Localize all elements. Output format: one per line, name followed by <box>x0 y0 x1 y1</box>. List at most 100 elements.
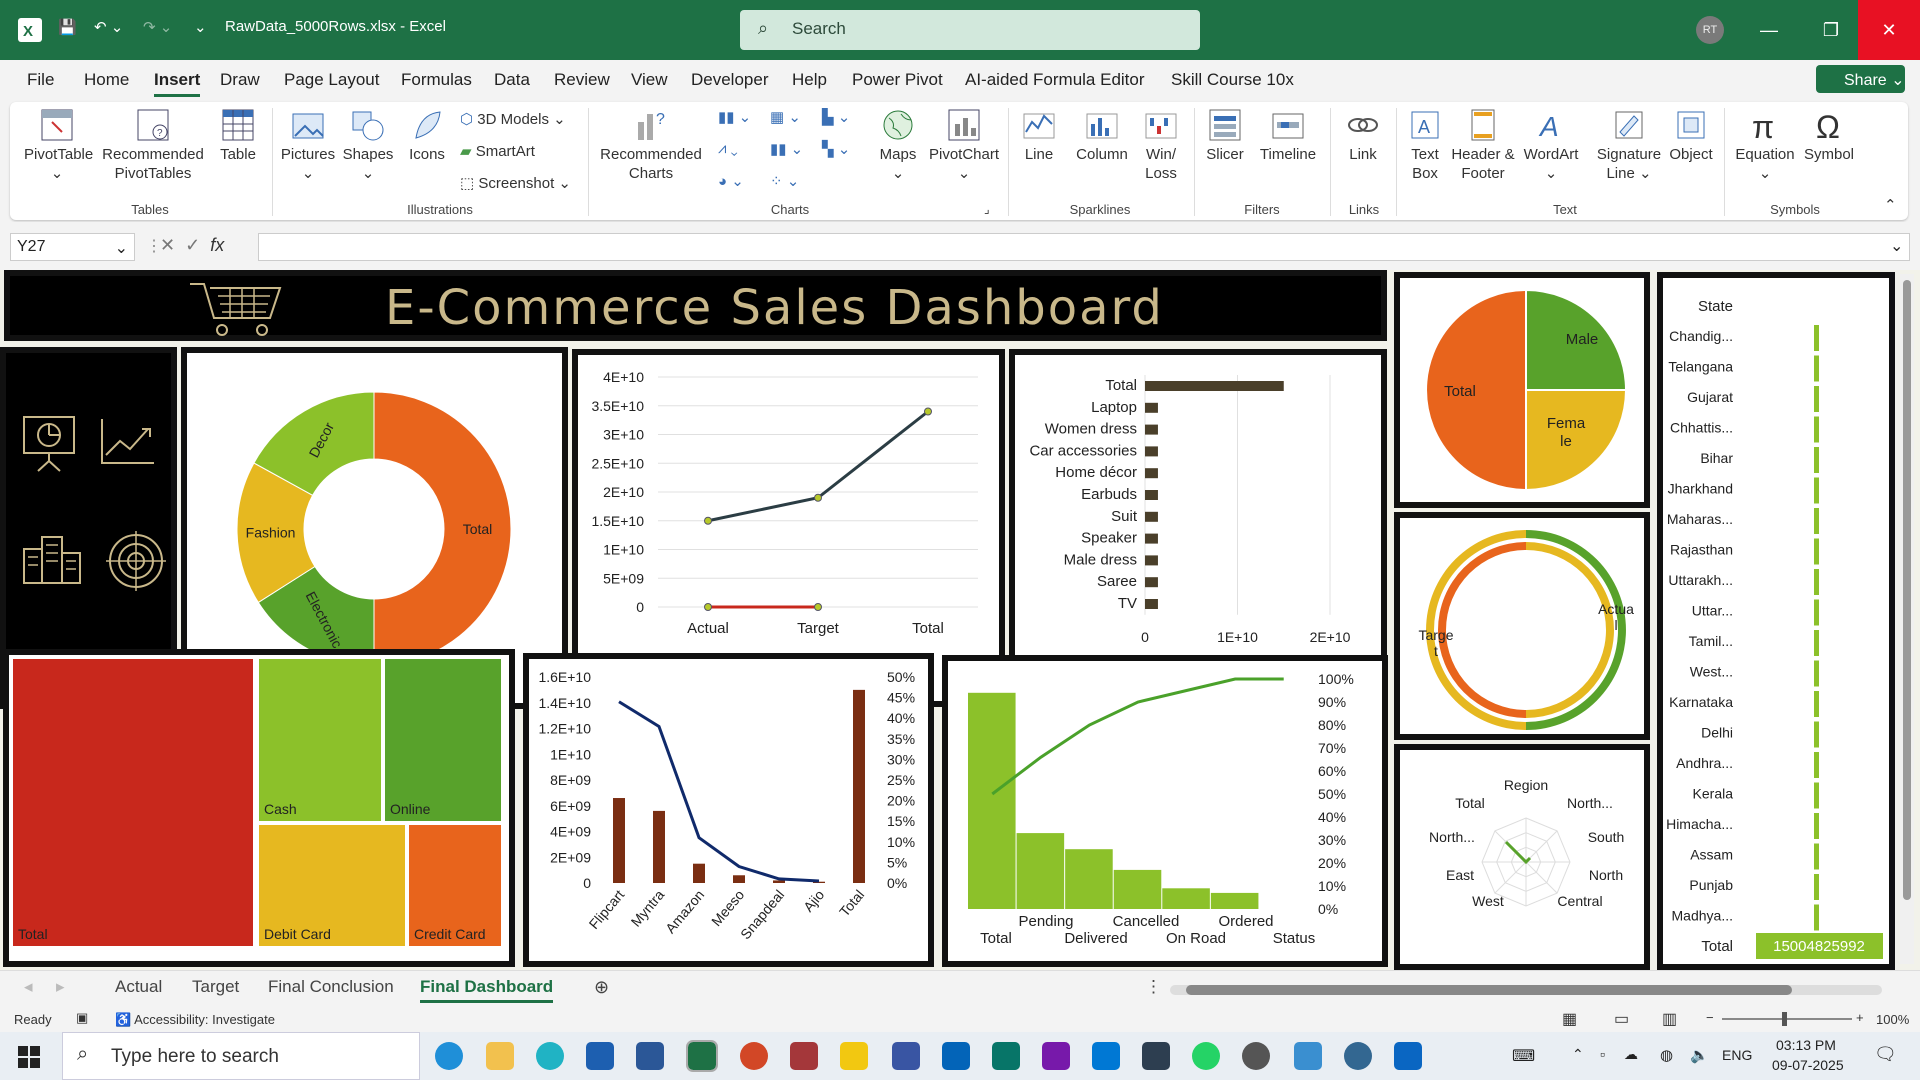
restore-button[interactable]: ❐ <box>1800 0 1862 60</box>
zoom-in-icon[interactable]: + <box>1856 1010 1864 1025</box>
cloud-icon[interactable]: ☁ <box>1624 1046 1638 1063</box>
hierarchy-chart-button[interactable]: ▦ ⌄ <box>770 108 801 126</box>
windows-start-icon[interactable] <box>18 1046 40 1068</box>
minimize-button[interactable]: — <box>1738 0 1800 60</box>
recommended-charts-button[interactable]: ? Recommended Charts <box>596 108 706 183</box>
zoom-slider-thumb[interactable] <box>1782 1012 1787 1026</box>
prev-sheet-icon[interactable]: ◂ <box>24 977 33 997</box>
wordart-button[interactable]: A WordArt ⌄ <box>1522 108 1580 183</box>
terminal-app-icon[interactable] <box>1142 1042 1170 1070</box>
screenshot-button[interactable]: ⬚ Screenshot ⌄ <box>460 174 571 192</box>
save-icon[interactable]: 💾 <box>58 18 77 36</box>
el-app-icon[interactable] <box>586 1042 614 1070</box>
page-layout-view-icon[interactable]: ▭ <box>1614 1009 1629 1029</box>
redo-icon[interactable]: ↷ ⌄ <box>143 18 172 36</box>
power-bi-icon[interactable] <box>840 1042 868 1070</box>
zoom-out-icon[interactable]: − <box>1706 1010 1714 1025</box>
object-button[interactable]: Object <box>1662 108 1720 164</box>
state-table[interactable]: State Chandig... Telangana Gujarat Chhattis.… <box>1657 272 1895 970</box>
symbol-button[interactable]: Ω Symbol <box>1800 108 1858 164</box>
linkedin-icon[interactable] <box>1394 1042 1422 1070</box>
sheet-tab-target[interactable]: Target <box>192 977 239 997</box>
slicer-button[interactable]: Slicer <box>1200 108 1250 164</box>
canva-icon[interactable] <box>536 1042 564 1070</box>
payment-treemap-chart[interactable]: Total Cash Online Debit Card Credit Card <box>3 649 515 967</box>
search-box[interactable]: ⌕ Search <box>740 10 1200 50</box>
actual-target-ring-chart[interactable]: Targe t Actua l <box>1394 512 1650 740</box>
macro-recording-icon[interactable]: ▣ <box>76 1010 88 1026</box>
equation-button[interactable]: π Equation ⌄ <box>1730 108 1800 183</box>
outlook-icon[interactable] <box>942 1042 970 1070</box>
show-hidden-icons-icon[interactable]: ⌃ <box>1572 1046 1584 1063</box>
avatar[interactable]: RT <box>1696 16 1724 44</box>
chatgpt-icon[interactable] <box>1242 1042 1270 1070</box>
vertical-scrollbar[interactable] <box>1900 274 1914 964</box>
statistic-chart-button[interactable]: ▮▮ ⌄ <box>770 140 803 158</box>
actual-target-line-chart[interactable]: 0 5E+09 1E+10 1.5E+10 2E+10 2.5E+10 3E+10 3.5E+… <box>572 349 1005 707</box>
sparkline-winloss-button[interactable]: Win/ Loss <box>1136 108 1186 183</box>
sparkline-column-button[interactable]: Column <box>1070 108 1134 164</box>
tab-insert[interactable]: Insert <box>154 70 201 97</box>
pivotchart-button[interactable]: PivotChart ⌄ <box>926 108 1002 183</box>
onenote-icon[interactable] <box>1042 1042 1070 1070</box>
close-button[interactable]: ✕ <box>1858 0 1920 60</box>
horizontal-scrollbar-thumb[interactable] <box>1186 985 1792 995</box>
line-chart-button[interactable]: ⩘ ⌄ <box>718 140 738 157</box>
notifications-icon[interactable]: 🗨 <box>1874 1044 1897 1065</box>
horizontal-scrollbar[interactable] <box>1170 985 1882 995</box>
clock-date[interactable]: 09-07-2025 <box>1772 1057 1844 1073</box>
waterfall-chart-button[interactable]: ▙ ⌄ <box>822 108 850 126</box>
gender-pie-chart[interactable]: Total Male Fema le <box>1394 272 1650 508</box>
shapes-button[interactable]: Shapes ⌄ <box>340 108 396 183</box>
excel-icon[interactable] <box>686 1040 718 1072</box>
access-icon[interactable] <box>790 1042 818 1070</box>
link-button[interactable]: Link <box>1338 108 1388 164</box>
share-button[interactable]: Share ⌄ <box>1816 65 1905 93</box>
table-button[interactable]: Table <box>214 108 262 164</box>
network-icon[interactable]: ◍ <box>1660 1046 1673 1064</box>
visio-icon[interactable] <box>892 1042 920 1070</box>
recommended-pivottables-button[interactable]: ? Recommended PivotTables <box>98 108 208 183</box>
charts-dialog-launcher-icon[interactable]: ⌟ <box>984 202 990 216</box>
worksheet-area[interactable]: E-Commerce Sales Dashboard Total Electron… <box>0 270 1920 970</box>
tab-developer[interactable]: Developer <box>691 70 769 90</box>
scrollbar-thumb[interactable] <box>1903 280 1911 900</box>
tab-power-pivot[interactable]: Power Pivot <box>852 70 943 90</box>
3d-models-button[interactable]: ⬡ 3D Models ⌄ <box>460 110 566 128</box>
sheet-tab-final-conclusion[interactable]: Final Conclusion <box>268 977 394 997</box>
undo-icon[interactable]: ↶ ⌄ <box>94 18 123 36</box>
sheet-tab-actual[interactable]: Actual <box>115 977 162 997</box>
powerpoint-icon[interactable] <box>740 1042 768 1070</box>
zoom-slider[interactable] <box>1722 1012 1852 1026</box>
formula-input[interactable] <box>258 233 1910 261</box>
normal-view-icon[interactable]: ▦ <box>1562 1009 1577 1029</box>
word-icon[interactable] <box>636 1042 664 1070</box>
tab-home[interactable]: Home <box>84 70 129 90</box>
tab-data[interactable]: Data <box>494 70 530 90</box>
file-explorer-icon[interactable] <box>486 1042 514 1070</box>
volume-icon[interactable]: 🔈 <box>1690 1046 1709 1064</box>
add-sheet-icon[interactable]: ⊕ <box>594 977 609 998</box>
region-radar-chart[interactable]: Region North... South North Central West East N… <box>1394 744 1650 970</box>
tab-split-handle[interactable]: ⋮ <box>1145 977 1162 997</box>
tab-help[interactable]: Help <box>792 70 827 90</box>
collapse-ribbon-icon[interactable]: ⌃ <box>1884 196 1897 214</box>
platform-pareto-chart[interactable]: 0 2E+09 4E+09 6E+09 8E+09 1E+10 1.2E+10 1.4E+10… <box>523 653 934 967</box>
next-sheet-icon[interactable]: ▸ <box>56 977 65 997</box>
zoom-level[interactable]: 100% <box>1876 1012 1909 1027</box>
clock-time[interactable]: 03:13 PM <box>1776 1037 1836 1053</box>
taskbar-search[interactable]: ⌕ Type here to search <box>62 1032 420 1080</box>
sparkline-line-button[interactable]: Line <box>1014 108 1064 164</box>
product-bar-chart[interactable]: 0 1E+10 2E+10 Total Laptop Women dress Car acc… <box>1009 349 1387 707</box>
tab-page-layout[interactable]: Page Layout <box>284 70 379 90</box>
expand-formula-bar-icon[interactable]: ⌄ <box>1890 236 1903 256</box>
scatter-chart-button[interactable]: ⁘ ⌄ <box>770 172 799 190</box>
timeline-button[interactable]: Timeline <box>1254 108 1322 164</box>
textbox-button[interactable]: A Text Box <box>1402 108 1448 183</box>
keyboard-icon[interactable]: ⌨ <box>1512 1046 1535 1066</box>
tab-draw[interactable]: Draw <box>220 70 260 90</box>
tab-formulas[interactable]: Formulas <box>401 70 472 90</box>
smartart-button[interactable]: ▰ SmartArt <box>460 142 535 160</box>
icons-button[interactable]: Icons <box>402 108 452 164</box>
tab-skill-course[interactable]: Skill Course 10x <box>1171 70 1294 90</box>
